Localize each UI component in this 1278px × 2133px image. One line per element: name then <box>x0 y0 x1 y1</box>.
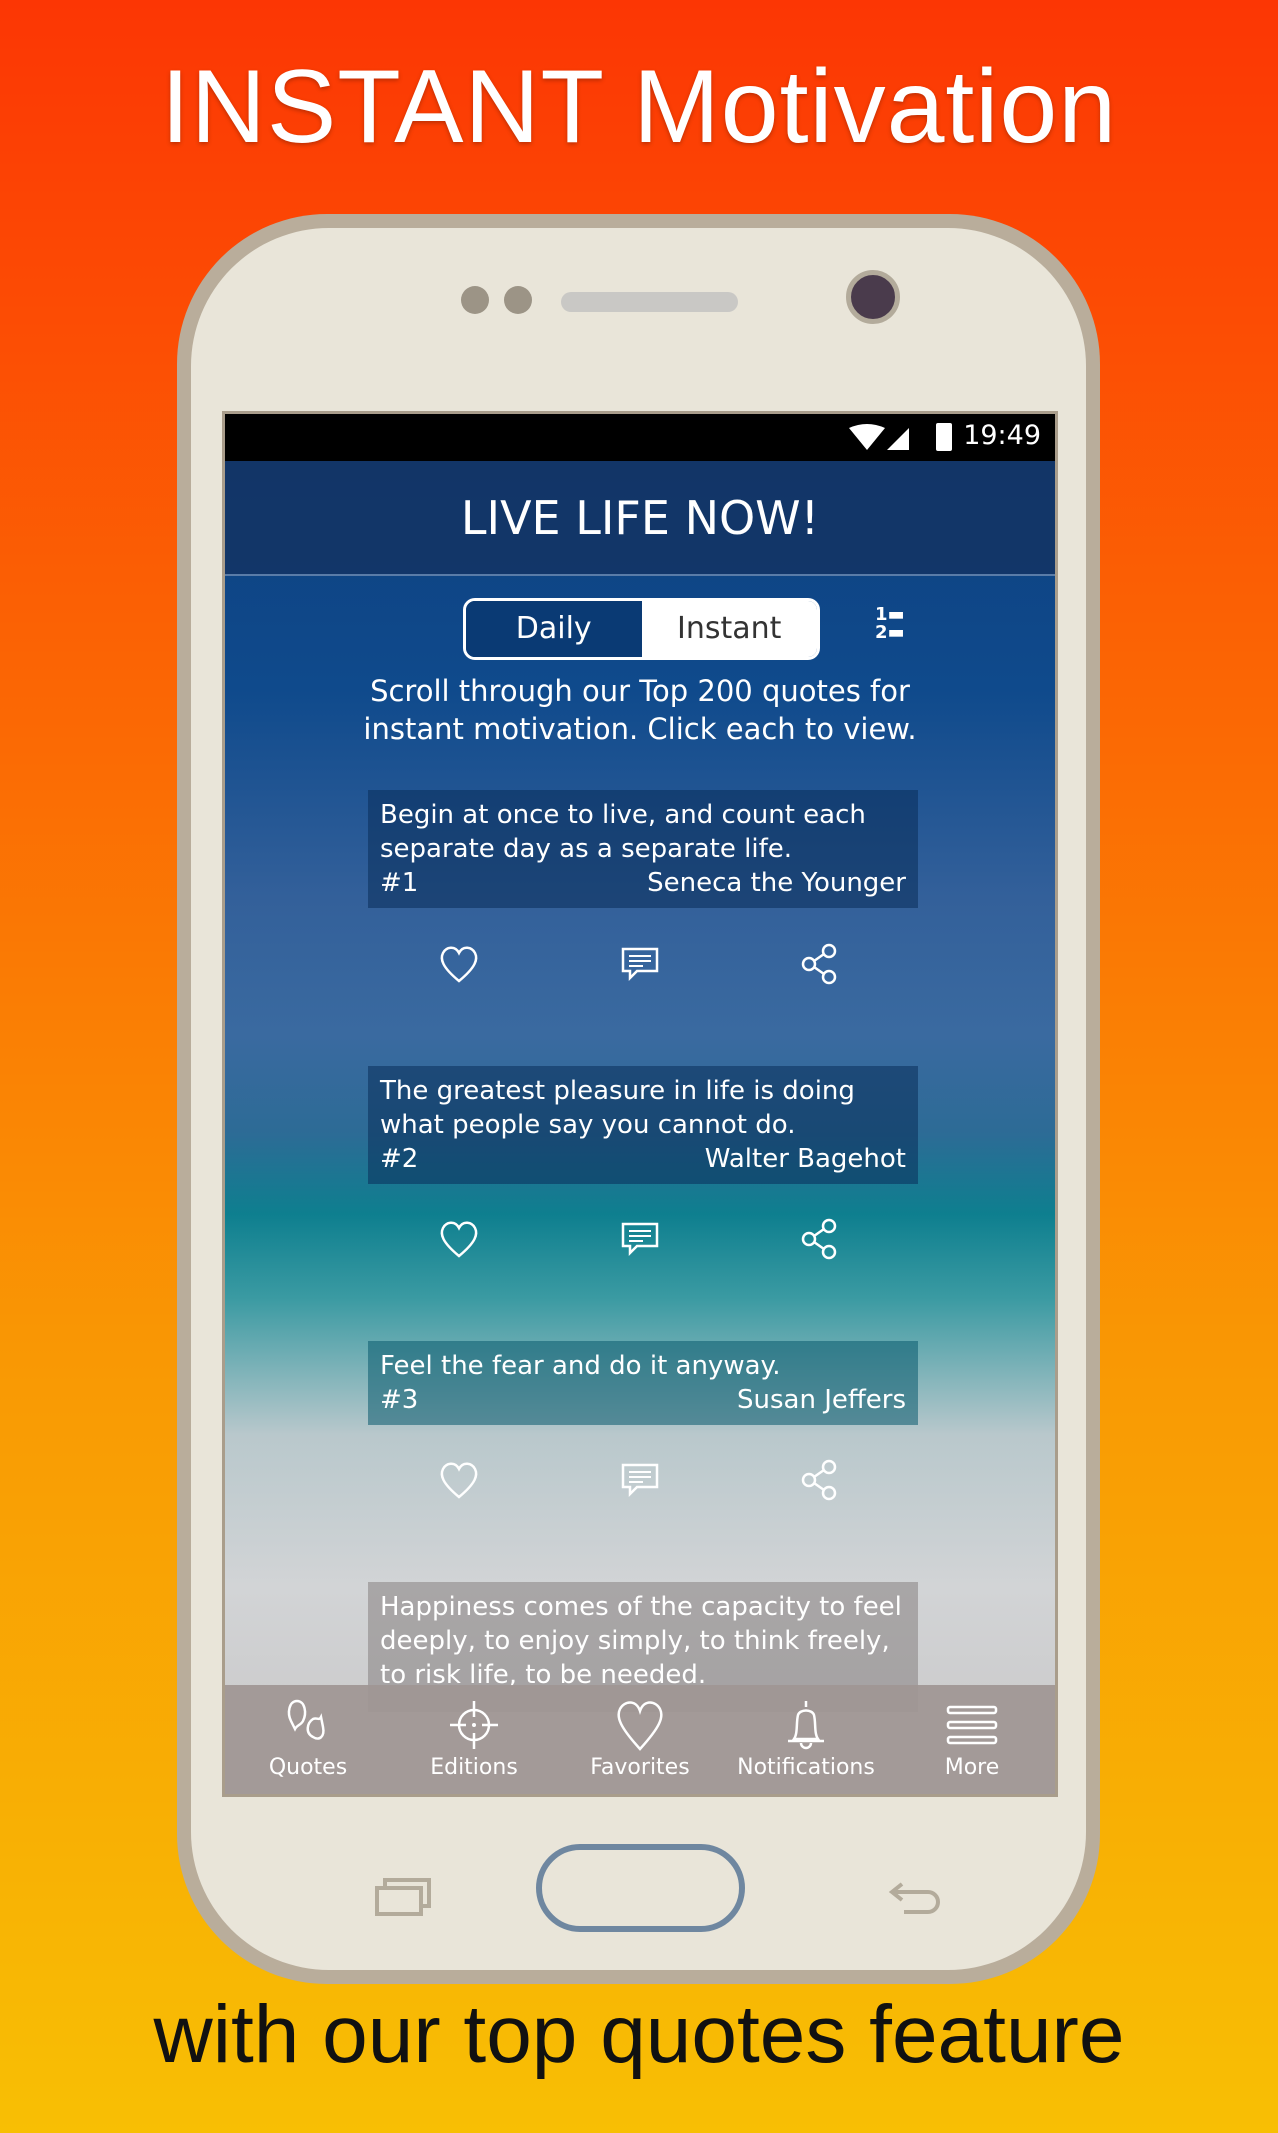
speaker-grille <box>561 292 738 312</box>
quote-number: #3 <box>380 1385 419 1415</box>
nav-label: More <box>944 1755 1000 1780</box>
crosshair-icon <box>450 1701 498 1749</box>
share-icon[interactable] <box>795 1214 845 1264</box>
quote-number: #1 <box>380 868 419 898</box>
menu-icon <box>946 1705 998 1745</box>
nav-label: Quotes <box>268 1755 348 1780</box>
quote-author: Walter Bagehot <box>704 1144 906 1174</box>
quote-actions <box>368 1214 918 1264</box>
comment-icon[interactable] <box>615 1214 665 1264</box>
home-button[interactable] <box>536 1844 745 1932</box>
quote-text: Begin at once to live, and count each se… <box>380 800 866 864</box>
quote-author: Seneca the Younger <box>647 868 906 898</box>
intro-text: Scroll through our Top 200 quotes for in… <box>225 672 1055 748</box>
intro-line: instant motivation. Click each to view. <box>363 712 917 746</box>
nav-label: Favorites <box>590 1755 690 1780</box>
heart-icon[interactable] <box>434 1455 484 1505</box>
nav-editions[interactable]: Editions <box>391 1685 557 1794</box>
quote-text: The greatest pleasure in life is doing w… <box>380 1076 855 1140</box>
nav-label: Notifications <box>737 1755 875 1780</box>
share-icon[interactable] <box>795 939 845 989</box>
signal-icon <box>887 428 909 450</box>
heart-icon[interactable] <box>434 1214 484 1264</box>
quote-card[interactable]: Feel the fear and do it anyway. #3 Susan … <box>368 1341 918 1425</box>
promo-headline: INSTANT Motivation <box>160 49 1118 165</box>
mode-toggle[interactable]: Daily Instant <box>463 598 820 660</box>
sensor-dot <box>461 286 489 314</box>
battery-icon <box>936 423 952 451</box>
bottom-nav: Quotes Editions Favorites Notifications … <box>225 1685 1055 1794</box>
quotes-icon <box>287 1699 325 1740</box>
intro-line: Scroll through our Top 200 quotes for <box>370 674 910 708</box>
recent-apps-icon[interactable] <box>375 1876 431 1916</box>
quote-number: #2 <box>380 1144 419 1174</box>
status-bar: 19:49 <box>225 414 1055 461</box>
nav-notifications[interactable]: Notifications <box>723 1685 889 1794</box>
bell-icon <box>788 1701 824 1750</box>
comment-icon[interactable] <box>615 939 665 989</box>
back-icon[interactable] <box>888 1878 944 1918</box>
quote-text: Feel the fear and do it anyway. <box>380 1351 781 1381</box>
front-camera <box>846 270 900 324</box>
clock: 19:49 <box>963 420 1041 451</box>
nav-label: Editions <box>430 1755 518 1780</box>
nav-more[interactable]: More <box>889 1685 1055 1794</box>
quote-card[interactable]: The greatest pleasure in life is doing w… <box>368 1066 918 1184</box>
heart-icon <box>617 1701 663 1751</box>
quote-actions <box>368 939 918 989</box>
sensor-dot <box>504 286 532 314</box>
nav-quotes[interactable]: Quotes <box>225 1685 391 1794</box>
comment-icon[interactable] <box>615 1455 665 1505</box>
tab-daily[interactable]: Daily <box>466 601 642 657</box>
quote-text: Happiness comes of the capacity to feel … <box>380 1592 902 1690</box>
quote-author: Susan Jeffers <box>736 1385 906 1415</box>
quote-card[interactable]: Begin at once to live, and count each se… <box>368 790 918 908</box>
promo-footer: with our top quotes feature <box>153 1989 1125 2080</box>
wifi-signal-icons <box>849 424 909 450</box>
page-title: LIVE LIFE NOW! <box>225 461 1055 576</box>
nav-favorites[interactable]: Favorites <box>557 1685 723 1794</box>
wifi-icon <box>849 424 885 450</box>
numbered-list-icon[interactable]: 1▬ 2▬ <box>875 606 905 642</box>
share-icon[interactable] <box>795 1455 845 1505</box>
tab-instant[interactable]: Instant <box>641 601 817 657</box>
app-screen: 19:49 LIVE LIFE NOW! Daily Instant 1▬ 2▬ … <box>222 411 1058 1797</box>
quote-actions <box>368 1455 918 1505</box>
heart-icon[interactable] <box>434 939 484 989</box>
